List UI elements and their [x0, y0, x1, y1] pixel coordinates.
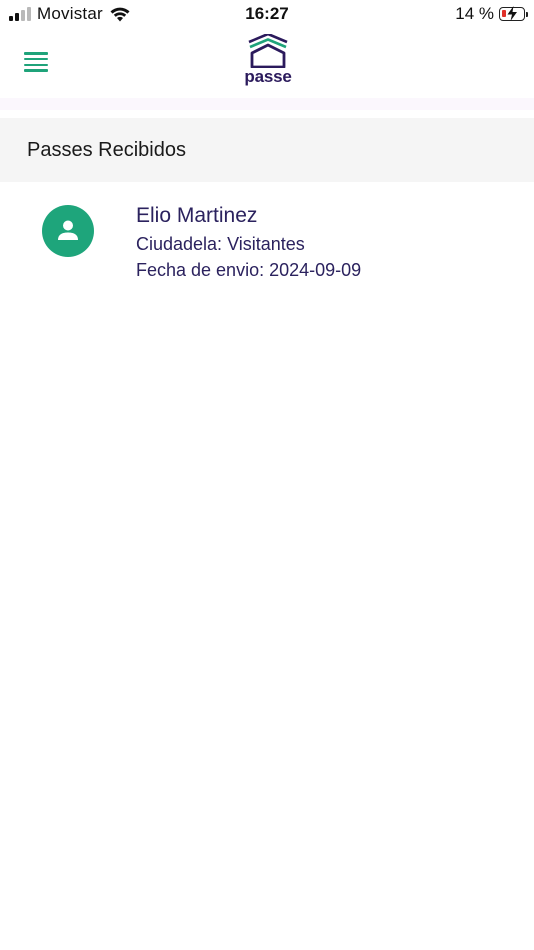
header-divider	[0, 98, 534, 110]
passe-logo: passe	[240, 34, 296, 90]
section-header: Passes Recibidos	[0, 118, 534, 182]
app-screen: Movistar 16:27 14 % passe Passes Recibid…	[0, 0, 534, 950]
pass-sender-name: Elio Martinez	[136, 204, 258, 227]
logo-text: passe	[244, 67, 292, 86]
battery-percent: 14 %	[455, 4, 494, 23]
status-time: 16:27	[245, 4, 289, 23]
status-right: 14 %	[455, 4, 528, 24]
person-icon	[58, 220, 78, 240]
app-header: passe	[0, 28, 534, 98]
hamburger-menu-icon[interactable]	[24, 52, 48, 72]
pass-send-date: Fecha de envio: 2024-09-09	[136, 260, 362, 280]
section-title: Passes Recibidos	[27, 138, 186, 161]
pass-ciudadela: Ciudadela: Visitantes	[136, 234, 305, 254]
house-logo-icon	[248, 34, 288, 68]
battery-charging-icon	[499, 6, 528, 21]
avatar	[42, 205, 94, 257]
pass-list-item[interactable]: Elio Martinez Ciudadela: Visitantes Fech…	[0, 196, 534, 292]
status-bar: Movistar 16:27 14 %	[0, 0, 534, 28]
